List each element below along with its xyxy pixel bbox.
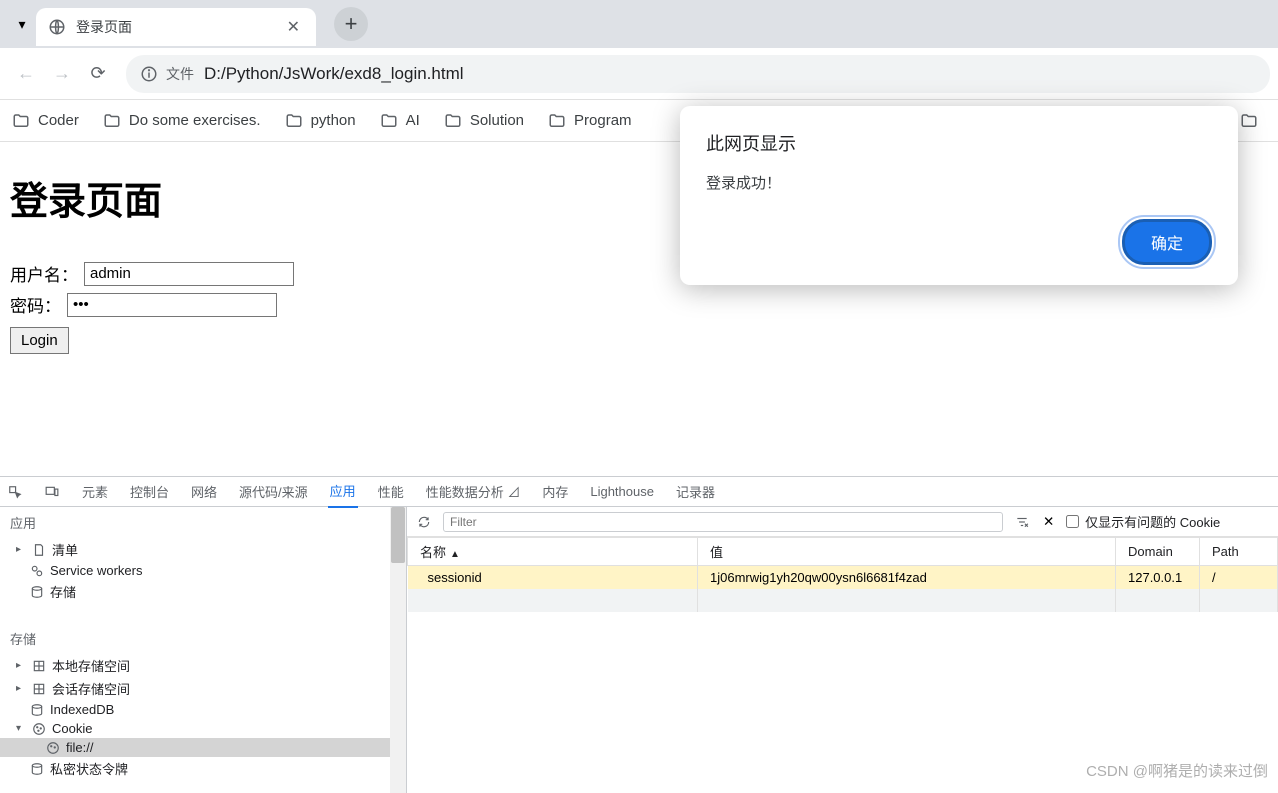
clear-filter-icon[interactable] [1013, 513, 1031, 531]
folder-icon [12, 112, 30, 130]
info-icon [140, 65, 158, 83]
database-icon [30, 585, 44, 599]
password-row: 密码： [10, 292, 1268, 317]
folder-icon [1240, 112, 1258, 130]
bookmark-program[interactable]: Program [548, 112, 632, 130]
sidebar-session-storage[interactable]: ▸会话存储空间 [0, 677, 406, 700]
folder-icon [548, 112, 566, 130]
tab-perf-insights[interactable]: 性能数据分析 ⊿ [424, 476, 523, 507]
alert-message: 登录成功！ [706, 172, 1212, 193]
sort-up-icon: ▲ [450, 549, 460, 560]
sidebar-manifest[interactable]: ▸清单 [0, 538, 406, 561]
sidebar-storage[interactable]: 存储 [0, 580, 406, 603]
tab-bar: ▾ 登录页面 ✕ + [0, 0, 1278, 48]
tabs-dropdown-button[interactable]: ▾ [8, 10, 36, 38]
col-domain[interactable]: Domain [1116, 538, 1200, 566]
checkbox-input[interactable] [1066, 515, 1079, 528]
bookmark-python[interactable]: python [285, 112, 356, 130]
username-label: 用户名： [10, 261, 78, 286]
url-text: D:/Python/JsWork/exd8_login.html [204, 64, 464, 84]
browser-tab[interactable]: 登录页面 ✕ [36, 8, 316, 46]
grid-icon [32, 659, 46, 673]
bookmark-exercises[interactable]: Do some exercises. [103, 112, 261, 130]
bookmark-overflow[interactable] [1240, 112, 1266, 130]
tab-lighthouse[interactable]: Lighthouse [588, 478, 656, 505]
tab-elements[interactable]: 元素 [80, 476, 110, 507]
sidebar-cookie-file[interactable]: file:// [0, 738, 406, 757]
url-file-label: 文件 [166, 64, 194, 84]
tab-network[interactable]: 网络 [189, 476, 219, 507]
globe-icon [48, 18, 66, 36]
grid-icon [32, 682, 46, 696]
tab-title: 登录页面 [76, 17, 283, 37]
password-label: 密码： [10, 292, 61, 317]
cell-path: / [1200, 566, 1278, 590]
scroll-thumb[interactable] [391, 507, 405, 563]
devtools-toolbar: ✕ 仅显示有问题的 Cookie [407, 507, 1278, 537]
alert-dialog: 此网页显示 登录成功！ 确定 [680, 106, 1238, 285]
cell-name: sessionid [408, 566, 698, 590]
tab-recorder[interactable]: 记录器 [674, 476, 717, 507]
clear-all-icon[interactable]: ✕ [1041, 512, 1056, 532]
forward-button[interactable]: → [44, 56, 80, 92]
col-value[interactable]: 值 [698, 538, 1116, 566]
devtools-panel: 元素 控制台 网络 源代码/来源 应用 性能 性能数据分析 ⊿ 内存 Light… [0, 476, 1278, 793]
database-icon [30, 762, 44, 776]
alert-actions: 确定 [706, 219, 1212, 265]
folder-icon [380, 112, 398, 130]
devtools-sidebar: 应用 ▸清单 Service workers 存储 存储 ▸本地存储空间 ▸会话… [0, 507, 407, 793]
col-name[interactable]: 名称▲ [408, 538, 698, 566]
tab-application[interactable]: 应用 [328, 475, 358, 508]
bookmark-coder[interactable]: Coder [12, 112, 79, 130]
cookie-icon [32, 722, 46, 736]
bookmark-ai[interactable]: AI [380, 112, 420, 130]
table-row-empty [408, 589, 1278, 612]
devtools-main: ✕ 仅显示有问题的 Cookie 名称▲ 值 Domain Path [407, 507, 1278, 793]
tab-memory[interactable]: 内存 [540, 476, 570, 507]
sidebar-local-storage[interactable]: ▸本地存储空间 [0, 654, 406, 677]
devtools-tabs: 元素 控制台 网络 源代码/来源 应用 性能 性能数据分析 ⊿ 内存 Light… [0, 477, 1278, 507]
new-tab-button[interactable]: + [334, 7, 368, 41]
reload-button[interactable]: ⟳ [80, 56, 116, 92]
inspect-icon[interactable] [6, 483, 24, 501]
alert-title: 此网页显示 [706, 130, 1212, 156]
cookies-table: 名称▲ 值 Domain Path sessionid 1j06mrwig1yh… [407, 537, 1278, 612]
tab-performance[interactable]: 性能 [376, 476, 406, 507]
section-storage: 存储 [0, 623, 406, 654]
gear-icon [30, 564, 44, 578]
database-icon [30, 703, 44, 717]
cell-value: 1j06mrwig1yh20qw00ysn6l6681f4zad [698, 566, 1116, 590]
scrollbar[interactable] [390, 507, 406, 793]
col-path[interactable]: Path [1200, 538, 1278, 566]
section-application: 应用 [0, 507, 406, 538]
folder-icon [444, 112, 462, 130]
filter-input[interactable] [443, 512, 1003, 532]
username-input[interactable] [84, 262, 294, 286]
tab-console[interactable]: 控制台 [128, 476, 171, 507]
document-icon [32, 543, 46, 557]
sidebar-indexeddb[interactable]: IndexedDB [0, 700, 406, 719]
login-button[interactable]: Login [10, 327, 69, 354]
url-bar[interactable]: 文件 D:/Python/JsWork/exd8_login.html [126, 55, 1270, 93]
close-tab-icon[interactable]: ✕ [283, 17, 304, 37]
back-button[interactable]: ← [8, 56, 44, 92]
tab-sources[interactable]: 源代码/来源 [237, 476, 310, 507]
password-input[interactable] [67, 293, 277, 317]
watermark: CSDN @啊猪是的读来过倒 [1086, 760, 1268, 781]
alert-ok-button[interactable]: 确定 [1122, 219, 1212, 265]
only-problems-checkbox[interactable]: 仅显示有问题的 Cookie [1066, 512, 1220, 531]
device-icon[interactable] [42, 483, 62, 501]
refresh-icon[interactable] [415, 513, 433, 531]
sidebar-cookie[interactable]: ▾Cookie [0, 719, 406, 738]
cookie-icon [46, 741, 60, 755]
nav-bar: ← → ⟳ 文件 D:/Python/JsWork/exd8_login.htm… [0, 48, 1278, 100]
sidebar-service-workers[interactable]: Service workers [0, 561, 406, 580]
sidebar-private-token[interactable]: 私密状态令牌 [0, 757, 406, 780]
cell-domain: 127.0.0.1 [1116, 566, 1200, 590]
folder-icon [103, 112, 121, 130]
bookmark-solution[interactable]: Solution [444, 112, 524, 130]
table-row[interactable]: sessionid 1j06mrwig1yh20qw00ysn6l6681f4z… [408, 566, 1278, 590]
folder-icon [285, 112, 303, 130]
devtools-body: 应用 ▸清单 Service workers 存储 存储 ▸本地存储空间 ▸会话… [0, 507, 1278, 793]
